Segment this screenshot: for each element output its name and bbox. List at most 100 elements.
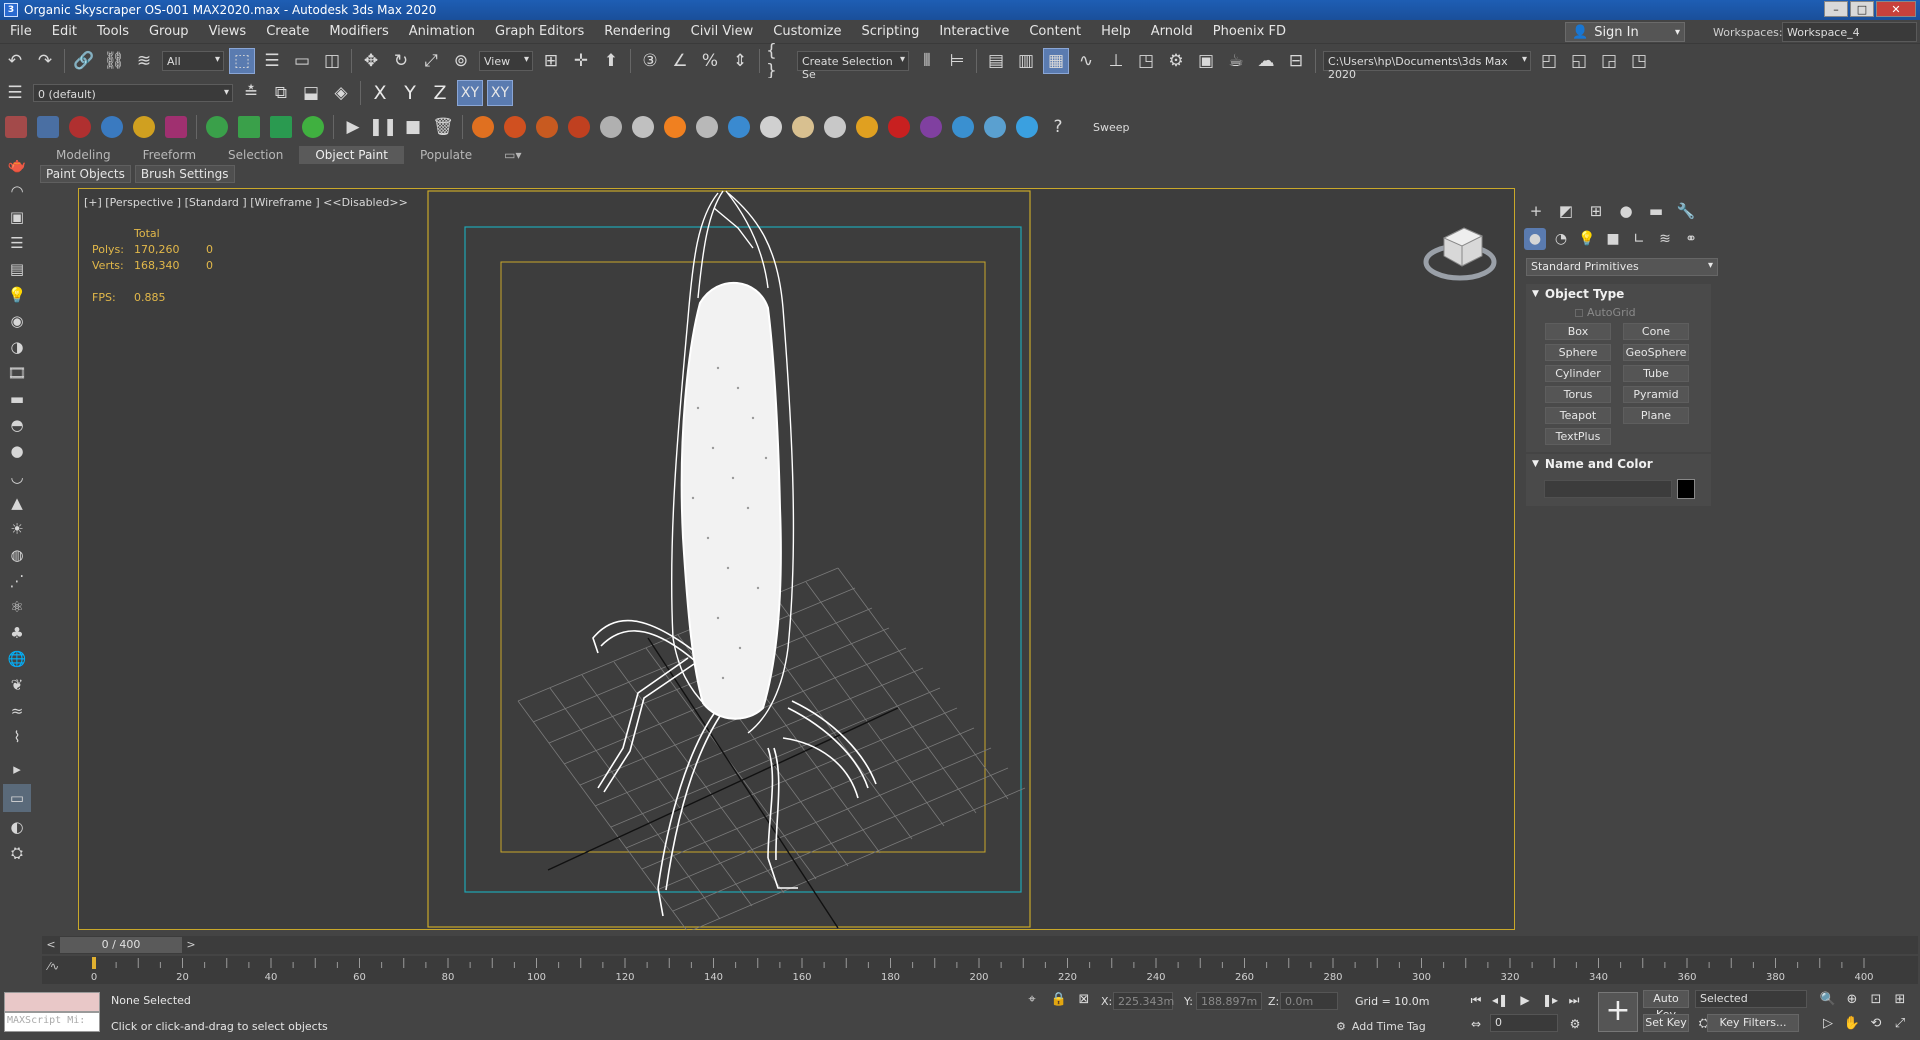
fire-source-icon[interactable] [536, 116, 558, 138]
orbit-icon[interactable]: ⟲ [1866, 1014, 1886, 1034]
object-name-input[interactable] [1544, 480, 1672, 498]
time-slider-thumb[interactable]: 0 / 400 [60, 937, 182, 953]
systems-icon[interactable]: ⚭ [1680, 228, 1702, 250]
ocean-icon[interactable] [1016, 116, 1038, 138]
particle-flow-icon[interactable] [69, 116, 91, 138]
constrain-x-button[interactable]: X [367, 80, 393, 106]
ribbon-options-icon[interactable]: ▭▾ [488, 146, 537, 164]
sun-icon[interactable]: ☀ [5, 518, 29, 540]
viewport-thumbnail-icon[interactable]: ▭ [3, 784, 31, 812]
menu-content[interactable]: Content [1019, 24, 1091, 39]
flame-icon[interactable] [664, 116, 686, 138]
lights-icon[interactable]: 💡 [1576, 228, 1598, 250]
dome-icon[interactable]: ◓ [5, 414, 29, 436]
name-and-color-header[interactable]: ▼ Name and Color [1526, 454, 1711, 474]
cylinder-button[interactable]: Cylinder [1545, 365, 1611, 382]
menu-scripting[interactable]: Scripting [852, 24, 930, 39]
menu-phoenix-fd[interactable]: Phoenix FD [1203, 24, 1296, 39]
rectangular-selection-icon[interactable]: ▭ [289, 48, 315, 74]
plant-icon[interactable]: ❦ [5, 674, 29, 696]
hierarchy-tab-icon[interactable]: ⊞ [1584, 200, 1608, 222]
absolute-mode-icon[interactable]: ⊠ [1074, 990, 1094, 1010]
layer-explorer-icon[interactable]: ▥ [1013, 48, 1039, 74]
maxscript-listener[interactable]: MAXScript Mi: [4, 992, 100, 1032]
tube-button[interactable]: Tube [1623, 365, 1689, 382]
add-to-layer-icon[interactable]: ⧉ [268, 80, 294, 106]
snaps-toggle-icon[interactable]: ③ [637, 48, 663, 74]
minimize-button[interactable]: – [1824, 1, 1848, 17]
viewport-label-menu[interactable]: [+] [Perspective ] [Standard ] [Wirefram… [84, 196, 408, 209]
keyboard-shortcut-override-icon[interactable]: ⬆ [598, 48, 624, 74]
sign-in-button[interactable]: 👤 Sign In ▾ [1565, 22, 1685, 42]
constrain-y-button[interactable]: Y [397, 80, 423, 106]
gear-icon[interactable] [133, 116, 155, 138]
liquid-icon[interactable] [728, 116, 750, 138]
fire-sim-icon[interactable] [568, 116, 590, 138]
torus-button[interactable]: Torus [1545, 386, 1611, 403]
layer-manager-icon[interactable]: ☰ [2, 80, 28, 106]
z-coord-field[interactable]: 0.0m [1280, 992, 1338, 1010]
play-icon[interactable]: ▶ [340, 114, 366, 140]
arrow-green-icon[interactable] [238, 116, 260, 138]
select-object-icon[interactable]: ⬚ [229, 48, 255, 74]
camera-icon[interactable]: ◉ [5, 310, 29, 332]
maximize-button[interactable]: □ [1850, 1, 1874, 17]
x-coord-field[interactable]: 225.343m [1113, 992, 1174, 1010]
time-slider-track[interactable] [42, 936, 1918, 954]
tab-selection[interactable]: Selection [212, 146, 299, 164]
bowl-icon[interactable]: ◡ [5, 466, 29, 488]
container-open-icon[interactable]: ◱ [1566, 48, 1592, 74]
utilities-tab-icon[interactable]: 🔧 [1674, 200, 1698, 222]
toggle-ribbon-icon[interactable]: ▦ [1043, 48, 1069, 74]
set-keys-button[interactable]: + [1598, 992, 1638, 1032]
tree-icon[interactable]: ♣ [5, 622, 29, 644]
go-to-start-icon[interactable]: ⏮ [1466, 990, 1486, 1010]
previous-frame-icon[interactable]: ◂❚ [1490, 990, 1510, 1010]
maxscript-output[interactable] [4, 992, 100, 1012]
menu-help[interactable]: Help [1091, 24, 1141, 39]
list-icon[interactable]: ☰ [5, 232, 29, 254]
menu-customize[interactable]: Customize [763, 24, 851, 39]
expand-arrow-icon[interactable]: ▸ [5, 758, 29, 780]
3dsmax-app-icon[interactable]: 3 [4, 3, 18, 17]
workspace-select[interactable]: Workspace_4 [1782, 22, 1917, 42]
edit-named-selection-icon[interactable]: { } [766, 41, 792, 81]
menu-group[interactable]: Group [139, 24, 199, 39]
sphere-icon[interactable]: ● [5, 440, 29, 462]
go-to-end-icon[interactable]: ⏭ [1564, 990, 1584, 1010]
display-tab-icon[interactable]: ▬ [1644, 200, 1668, 222]
bind-space-warp-icon[interactable]: ≋ [131, 48, 157, 74]
fire-icon[interactable] [472, 116, 494, 138]
array-icon[interactable] [206, 116, 228, 138]
constrain-xy-button[interactable]: XY [457, 80, 483, 106]
paint-objects-button[interactable]: Paint Objects [40, 165, 131, 183]
red-sphere-icon[interactable] [888, 116, 910, 138]
time-slider-next[interactable]: > [184, 937, 198, 953]
unlink-icon[interactable]: ⛓ [101, 48, 127, 74]
named-selection-set-select[interactable]: Create Selection Se [797, 51, 909, 81]
constrain-xy-cycle-button[interactable]: XY [487, 80, 513, 106]
field-of-view-icon[interactable]: ▷ [1818, 1014, 1838, 1034]
turbulence-icon[interactable] [696, 116, 718, 138]
time-configuration-icon[interactable]: ⚙ [1565, 1014, 1585, 1034]
motion-tab-icon[interactable]: ● [1614, 200, 1638, 222]
brush-settings-button[interactable]: Brush Settings [134, 165, 235, 183]
window-crossing-icon[interactable]: ◫ [319, 48, 345, 74]
hair-icon[interactable]: ≈ [5, 700, 29, 722]
key-filters-button[interactable]: Key Filters... [1707, 1014, 1799, 1032]
pause-icon[interactable]: ❚❚ [369, 114, 398, 140]
menu-interactive[interactable]: Interactive [929, 24, 1019, 39]
image-icon[interactable]: ▣ [5, 206, 29, 228]
pour-icon[interactable] [856, 116, 878, 138]
zoom-extents-all-icon[interactable]: ⊞ [1890, 990, 1910, 1010]
shapes-icon[interactable]: ◔ [1550, 228, 1572, 250]
purple-sphere-icon[interactable] [920, 116, 942, 138]
set-key-button[interactable]: Set Key [1643, 1014, 1689, 1032]
burst-green-icon[interactable] [302, 116, 324, 138]
menu-arnold[interactable]: Arnold [1141, 24, 1203, 39]
pan-view-icon[interactable]: ✋ [1842, 1014, 1862, 1034]
cube-blue-icon[interactable] [37, 116, 59, 138]
stairs-icon[interactable]: ⋰ [5, 570, 29, 592]
mini-curve-editor-toggle[interactable]: ⁄∿ [48, 960, 59, 973]
time-config-arrows-icon[interactable]: ⇔ [1466, 1014, 1486, 1034]
